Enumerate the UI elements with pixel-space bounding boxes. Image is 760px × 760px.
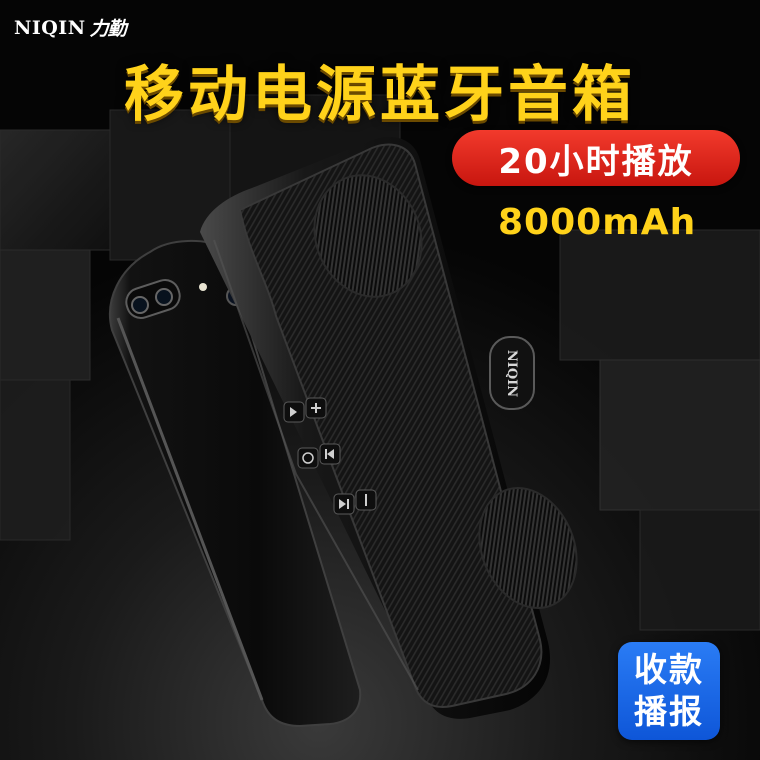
next-track-icon: [333, 493, 355, 515]
payment-announcement-badge: 收款 播报: [618, 642, 720, 740]
brand-logo: NIQIN 力勤: [14, 14, 127, 41]
playtime-badge: 20小时播放: [452, 130, 740, 186]
speaker-logo-plate: NIQIN: [489, 336, 535, 410]
brand-logo-latin: NIQIN: [14, 16, 86, 39]
battery-capacity: 8000mAh: [498, 202, 697, 243]
previous-track-icon: [319, 443, 341, 465]
volume-down-icon: [355, 489, 377, 511]
product-headline: 移动电源蓝牙音箱: [124, 60, 636, 130]
brand-logo-chinese: 力勤: [89, 18, 127, 40]
mode-icon: [297, 447, 319, 469]
payment-badge-line1: 收款: [634, 650, 704, 689]
product-banner: NIQIN 力勤 移动电源蓝牙音箱 20小时播放 8000mAh NIQIN 收…: [0, 0, 760, 760]
payment-badge-line2: 播报: [634, 692, 704, 731]
speaker-logo-text: NIQIN: [504, 349, 520, 397]
volume-up-icon: [305, 397, 327, 419]
play-pause-icon: [283, 401, 305, 423]
